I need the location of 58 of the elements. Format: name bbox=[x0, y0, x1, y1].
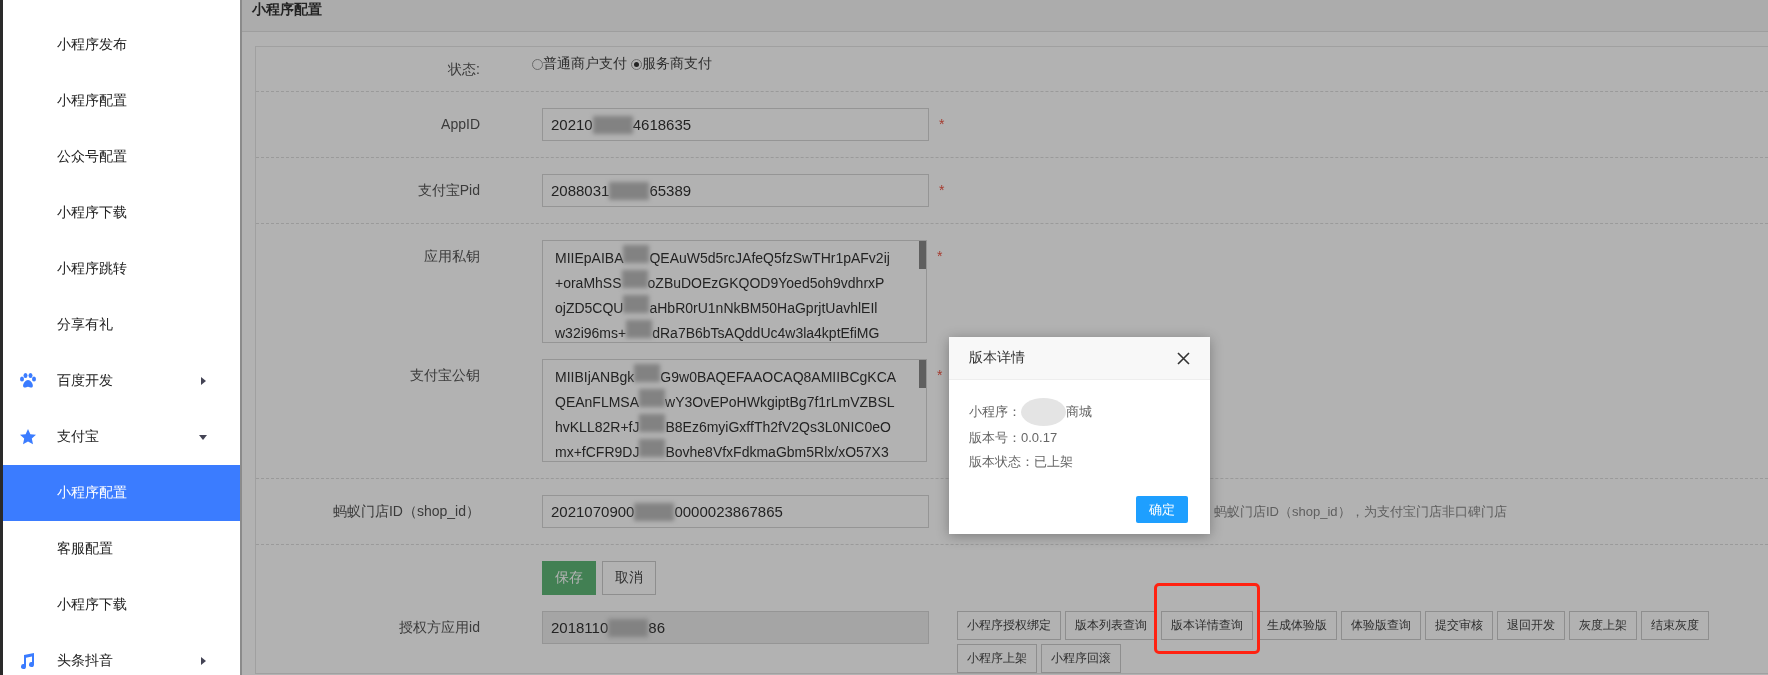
field-label: 支付宝公钥 bbox=[409, 366, 480, 385]
redaction-blur bbox=[623, 295, 650, 313]
detail-label: 小程序： bbox=[969, 403, 1021, 421]
menu-item[interactable]: 小程序下载 bbox=[3, 185, 240, 241]
detail-label: 版本号： bbox=[969, 429, 1021, 447]
menu-item[interactable]: 小程序发布 bbox=[3, 17, 240, 73]
scrollbar[interactable] bbox=[919, 360, 926, 388]
star-icon bbox=[19, 428, 37, 446]
required-mark: * bbox=[939, 115, 945, 132]
cancel-button[interactable]: 取消 bbox=[602, 561, 656, 595]
field-label: 状态: bbox=[447, 60, 480, 79]
redaction-blur bbox=[634, 364, 661, 382]
menu-item[interactable]: 小程序配置 bbox=[3, 465, 240, 521]
field-label: 蚂蚁门店ID（shop_id） bbox=[331, 502, 480, 521]
close-icon[interactable] bbox=[1177, 351, 1190, 365]
field-label: AppID bbox=[440, 115, 480, 132]
menu-group[interactable]: 百度开发 bbox=[3, 353, 240, 409]
input-field[interactable]: 20210 4618635 bbox=[542, 108, 929, 141]
redaction-blur bbox=[609, 181, 650, 200]
menu-item[interactable]: 小程序配置 bbox=[3, 73, 240, 129]
menu-item[interactable]: 公众号配置 bbox=[3, 129, 240, 185]
menu-item[interactable]: 小程序跳转 bbox=[3, 241, 240, 297]
redaction-blur bbox=[608, 618, 649, 637]
paw-icon bbox=[19, 373, 37, 389]
music-note-icon bbox=[19, 652, 35, 670]
key-textarea[interactable]: MIIBIjANBgk G9w0BAQEFAAOCAQ8AMIIBCgKCA QEAnFLMSA wY3OvEPoHWkgiptBg7f1rLmVZBSL hvKLL82R+fJ B8Ez6myiGxffTh2fV2Qs3L0NIC0eO mx+fCFR9DJ Bovhe8VfxFdkmaGbm5Rlx/xO57X3 bbox=[542, 359, 927, 462]
redaction-blur bbox=[639, 389, 666, 407]
dialog-title: 版本详情 bbox=[969, 349, 1025, 367]
field-label: 应用私钥 bbox=[423, 247, 480, 266]
radio-label[interactable]: 服务商支付 bbox=[642, 55, 712, 73]
menu-item[interactable]: 客服配置 bbox=[3, 521, 240, 577]
detail-value: 商城 bbox=[1066, 403, 1092, 421]
menu-item[interactable]: 分享有礼 bbox=[3, 297, 240, 353]
redaction-blur bbox=[634, 502, 675, 521]
field-label: 授权方应用id bbox=[398, 618, 480, 637]
redaction-blur bbox=[626, 320, 653, 338]
detail-value: 已上架 bbox=[1034, 453, 1073, 471]
field-label: 支付宝Pid bbox=[416, 181, 480, 200]
redaction-blur bbox=[623, 245, 650, 263]
required-mark: * bbox=[937, 247, 943, 264]
radio-label[interactable]: 普通商户支付 bbox=[543, 55, 627, 73]
required-mark: * bbox=[937, 366, 943, 383]
detail-value: 0.0.17 bbox=[1021, 429, 1058, 447]
page-title: 小程序配置 bbox=[252, 2, 322, 16]
required-mark: * bbox=[939, 181, 945, 198]
redaction-blur bbox=[639, 414, 666, 432]
menu-group[interactable]: 头条抖音 bbox=[3, 633, 240, 675]
menu-item[interactable]: 小程序下载 bbox=[3, 577, 240, 633]
redaction-blur bbox=[639, 439, 666, 457]
scrollbar[interactable] bbox=[919, 241, 926, 269]
redaction-blur bbox=[621, 270, 648, 288]
input-field[interactable]: 2088031 65389 bbox=[542, 174, 929, 207]
detail-label: 版本状态： bbox=[969, 453, 1034, 471]
redaction-blur bbox=[592, 115, 633, 134]
menu-group[interactable]: 支付宝 bbox=[3, 409, 240, 465]
input-field[interactable]: 2021070900 0000023867865 bbox=[542, 495, 929, 528]
hint-text: 蚂蚁门店ID（shop_id），为支付宝门店非口碑门店 bbox=[1214, 503, 1507, 521]
key-textarea[interactable]: MIIEpAIBA QEAuW5d5rcJAfeQ5fzSwTHr1pAFv2ij +oraMhSS oZBuDOEzGKQOD9Yoed5oh9vdhrxP ojZD5CQU aHbR0rU1nNkBM50HaGprjtUavhlEIl w32i96ms+ dRa7B6bTsAQddUc4w3la4kptEfiMG bbox=[542, 240, 927, 343]
